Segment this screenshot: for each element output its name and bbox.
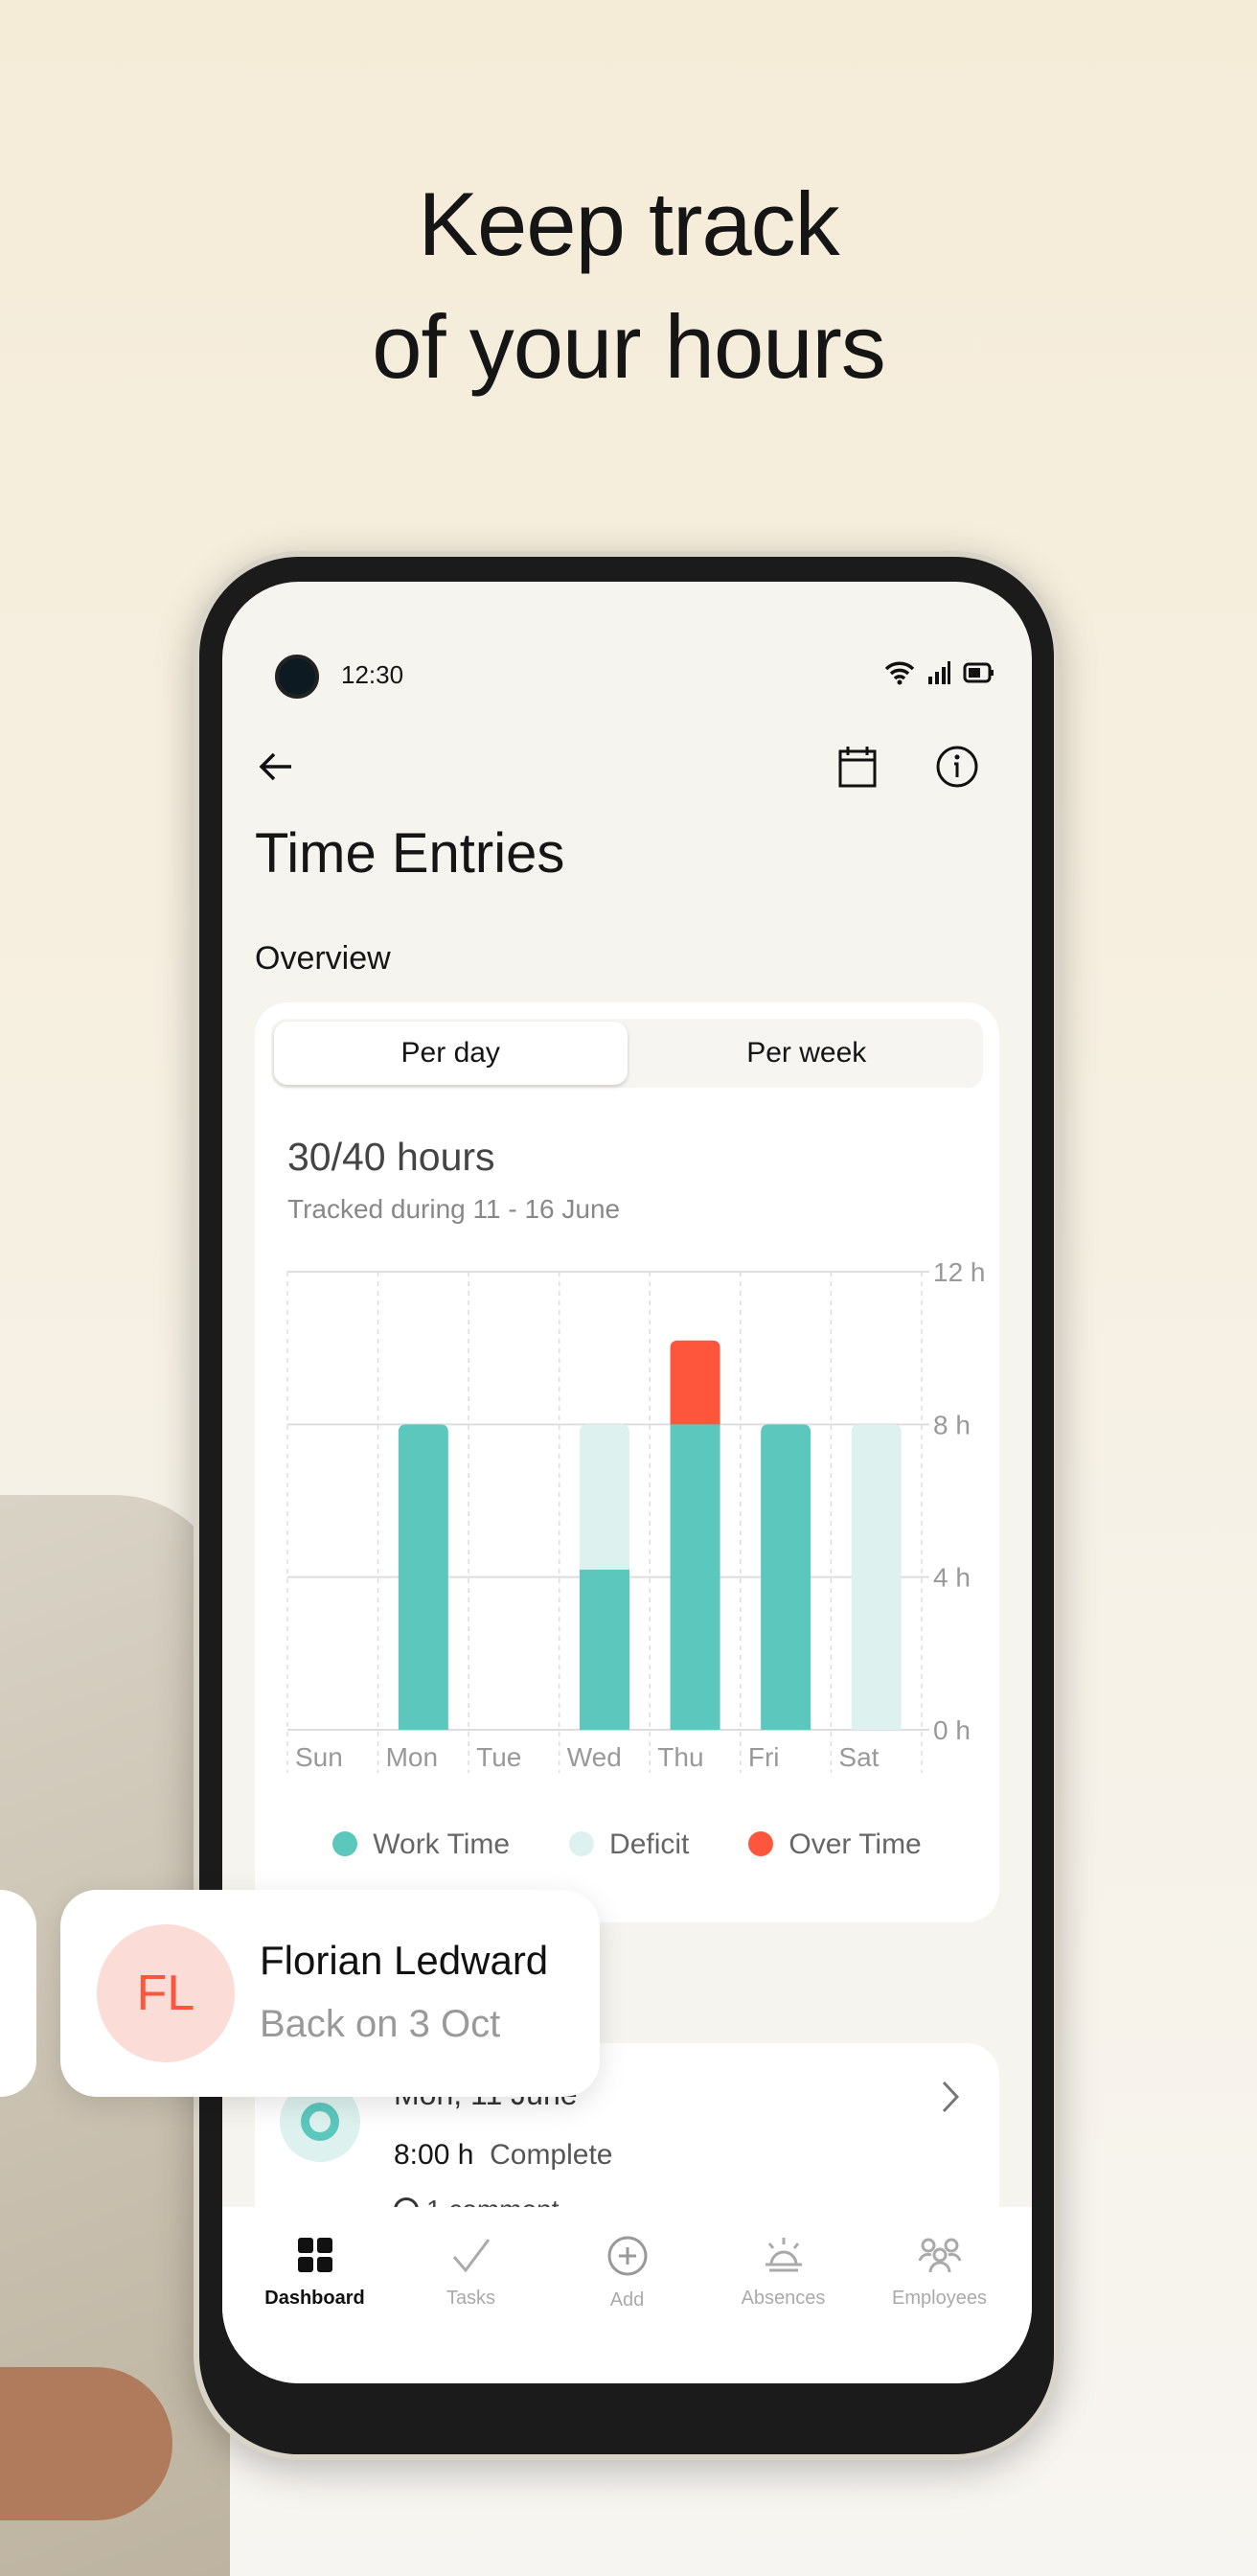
status-bar: 12:30 (222, 620, 1032, 699)
nav-label: Tasks (446, 2288, 496, 2309)
wifi-icon (884, 661, 915, 685)
y-tick-label: 12 h (933, 1257, 986, 1287)
bar-deficit (580, 1424, 629, 1570)
entry-hours: 8:00 h (394, 2139, 474, 2171)
x-tick-label: Thu (657, 1742, 703, 1772)
x-tick-label: Fri (748, 1742, 780, 1772)
nav-label: Dashboard (264, 2288, 365, 2309)
y-tick-label: 8 h (933, 1410, 971, 1439)
clock: 12:30 (341, 660, 404, 689)
x-tick-label: Mon (386, 1742, 438, 1772)
employee-status: Back on 3 Oct (260, 2003, 501, 2045)
legend-label: Work Time (373, 1828, 511, 1860)
period-toggle: Per day Per week (271, 1019, 983, 1088)
bar-work-time (580, 1569, 629, 1730)
calendar-button[interactable] (836, 745, 879, 789)
camera-icon (275, 655, 319, 699)
legend-work-time: Work Time (332, 1828, 510, 1861)
battery-icon (963, 662, 994, 683)
tab-per-week[interactable]: Per week (630, 1019, 984, 1088)
avatar: FL (97, 1924, 235, 2062)
nav-absences[interactable]: Absences (705, 2207, 861, 2383)
employee-name: Florian Ledward (260, 1938, 549, 1983)
info-button[interactable] (935, 745, 979, 789)
absence-popup-card[interactable]: FL Florian Ledward Back on 3 Oct (60, 1890, 600, 2097)
sunrise-icon (765, 2238, 802, 2272)
nav-label: Employees (892, 2288, 987, 2309)
tracked-period: Tracked during 11 - 16 June (287, 1194, 621, 1224)
people-icon (918, 2238, 961, 2273)
legend-over-time: Over Time (748, 1828, 922, 1861)
bar-over-time (670, 1340, 720, 1425)
chart-legend: Work Time Deficit Over Time (255, 1828, 999, 1861)
page-title: Time Entries (255, 822, 565, 885)
bar-work-time (670, 1424, 720, 1730)
nav-employees[interactable]: Employees (861, 2207, 1017, 2383)
legend-label: Over Time (788, 1828, 922, 1860)
legend-dot (332, 1831, 358, 1856)
tab-per-day[interactable]: Per day (274, 1022, 628, 1085)
check-icon (452, 2239, 490, 2273)
person-hand (0, 2367, 172, 2520)
legend-deficit: Deficit (569, 1828, 689, 1861)
overview-card: Per day Per week 30/40 hours Tracked dur… (255, 1002, 999, 1922)
dashboard-grid-icon (297, 2238, 332, 2272)
hours-bar-chart: 0 h 4 h 8 h 12 h Sun Mon Tue Wed Thu Fri Sat (286, 1257, 986, 1773)
phone-screen: 12:30 Time Entries Overview Per day Per … (222, 582, 1032, 2383)
x-tick-label: Tue (476, 1742, 521, 1772)
legend-label: Deficit (609, 1828, 690, 1860)
entry-status: Complete (490, 2139, 613, 2171)
nav-tasks[interactable]: Tasks (393, 2207, 549, 2383)
signal-icon (928, 661, 950, 684)
chevron-right-icon (942, 2081, 960, 2113)
bottom-nav: Dashboard Tasks Add Absences Employees (222, 2207, 1032, 2383)
x-tick-label: Sat (838, 1742, 879, 1772)
calendar-icon (838, 747, 877, 788)
nav-dashboard[interactable]: Dashboard (237, 2207, 393, 2383)
back-button[interactable] (257, 747, 297, 787)
headline: Keep track of your hours (0, 163, 1257, 408)
x-tick-label: Wed (567, 1742, 622, 1772)
nav-add[interactable]: Add (549, 2207, 705, 2383)
legend-dot (748, 1831, 774, 1856)
nav-label: Absences (741, 2288, 826, 2309)
bar-work-time (398, 1424, 448, 1730)
legend-dot (569, 1831, 595, 1856)
bar-deficit (851, 1424, 902, 1730)
back-arrow-icon (259, 752, 291, 781)
plus-circle-icon (607, 2236, 647, 2276)
headline-line-2: of your hours (372, 296, 886, 397)
info-icon (936, 746, 978, 788)
x-tick-label: Sun (295, 1742, 343, 1772)
section-title-overview: Overview (255, 940, 391, 977)
y-tick-label: 0 h (933, 1715, 971, 1745)
nav-label: Add (609, 2289, 645, 2311)
y-tick-label: 4 h (933, 1563, 971, 1593)
bar-work-time (761, 1424, 811, 1730)
hours-total: 30/40 hours (287, 1135, 495, 1179)
headline-line-1: Keep track (418, 173, 839, 274)
partial-absence-card (0, 1890, 36, 2097)
